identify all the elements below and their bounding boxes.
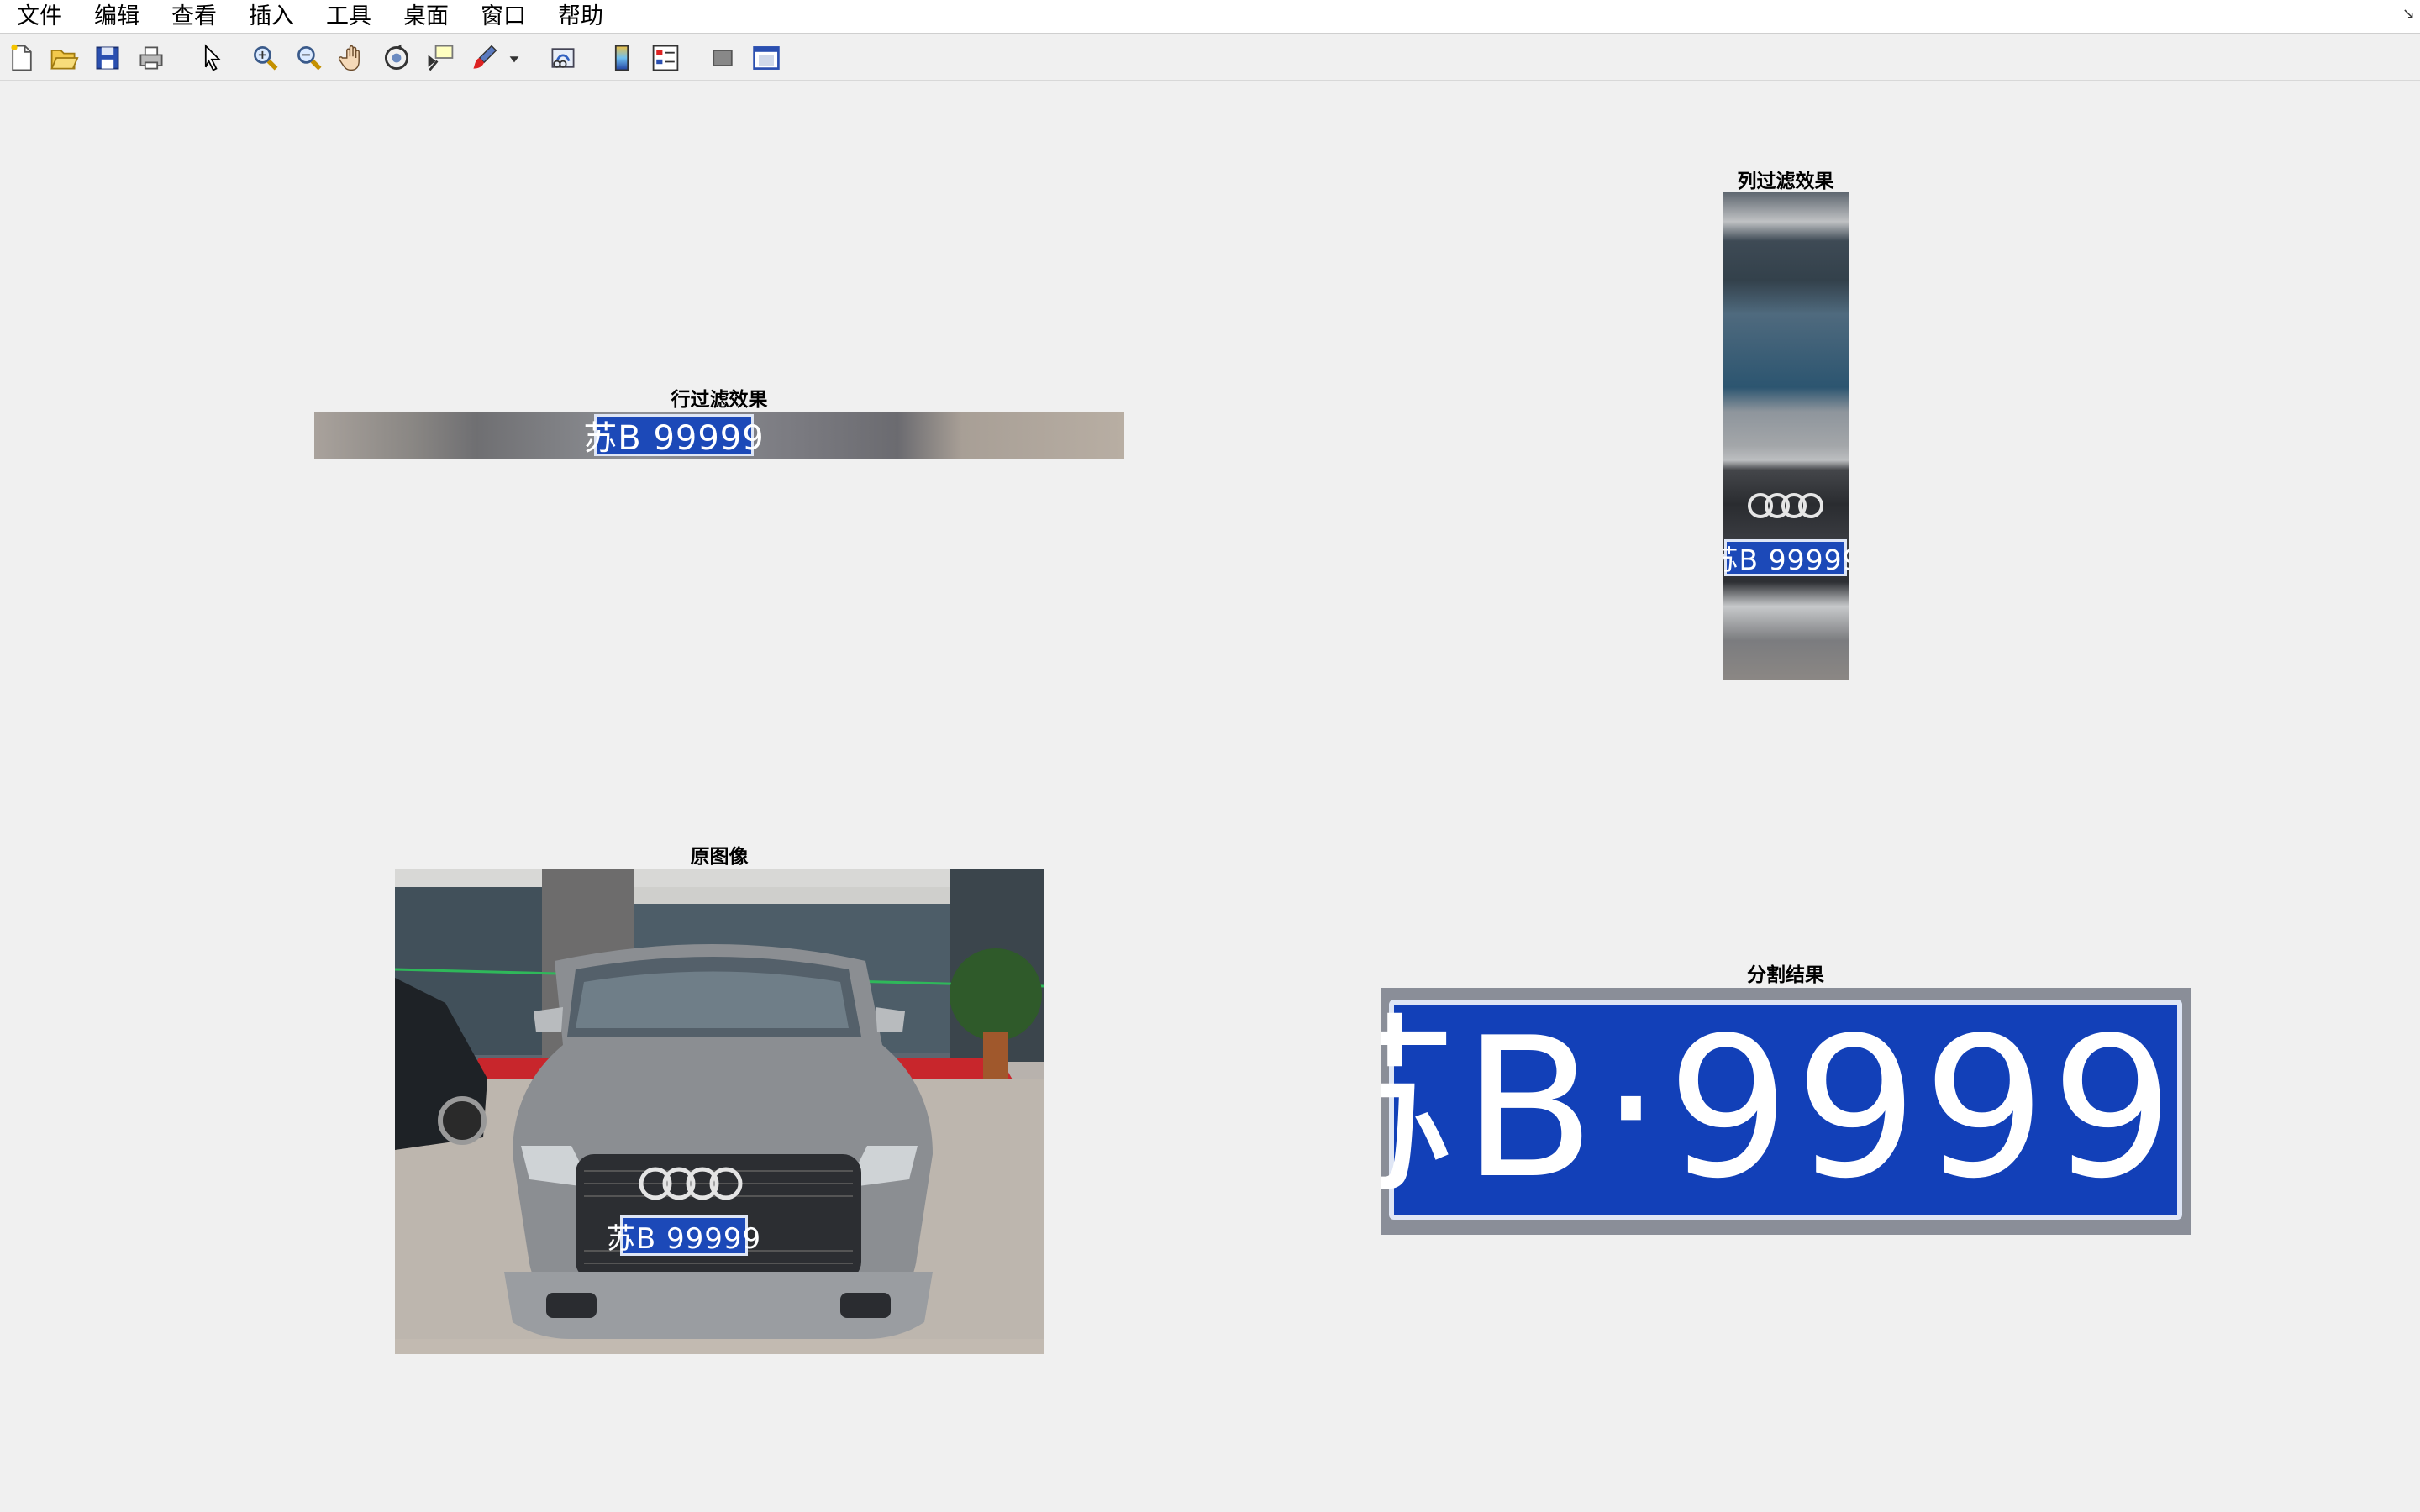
show-plot-tools-icon[interactable] bbox=[751, 43, 781, 73]
menu-view[interactable]: 查看 bbox=[170, 3, 218, 30]
print-icon[interactable] bbox=[136, 43, 166, 73]
license-plate: 苏B 99999 bbox=[1723, 539, 1849, 576]
pointer-icon[interactable] bbox=[197, 43, 227, 73]
figure-toolbar bbox=[0, 34, 2420, 81]
plate-text: 苏B 99999 bbox=[606, 1221, 762, 1256]
menu-bar: 文件 编辑 查看 插入 工具 桌面 窗口 帮助 ↘ bbox=[0, 0, 2420, 34]
license-plate: 苏B 99999 bbox=[607, 1215, 760, 1256]
plate-text: 苏B 99999 bbox=[1723, 543, 1849, 576]
menu-file[interactable]: 文件 bbox=[15, 3, 64, 30]
original-image: 苏B 99999 bbox=[395, 869, 1044, 1354]
brush-dropdown-icon[interactable] bbox=[506, 43, 523, 73]
segmentation-title: 分割结果 bbox=[1747, 964, 1824, 986]
pan-icon[interactable] bbox=[338, 43, 368, 73]
segmented-plate: 苏B·99999 bbox=[1381, 1000, 2191, 1220]
link-plot-icon[interactable] bbox=[548, 43, 578, 73]
audi-rings-icon bbox=[1746, 491, 1825, 521]
rotate-3d-icon[interactable] bbox=[381, 43, 412, 73]
car-photo bbox=[395, 869, 1044, 1354]
colorbar-icon[interactable] bbox=[607, 43, 637, 73]
menu-help[interactable]: 帮助 bbox=[556, 3, 605, 30]
row-filter-image: 苏B 99999 bbox=[314, 412, 1124, 459]
menu-tools[interactable]: 工具 bbox=[324, 3, 373, 30]
hide-plot-tools-icon[interactable] bbox=[708, 43, 738, 73]
dock-arrow-icon[interactable]: ↘ bbox=[2402, 5, 2415, 23]
open-file-icon[interactable] bbox=[49, 43, 79, 73]
menu-desktop[interactable]: 桌面 bbox=[402, 3, 450, 30]
segmented-plate-text: 苏B·99999 bbox=[1381, 997, 2191, 1221]
new-figure-icon[interactable] bbox=[7, 43, 37, 73]
zoom-out-icon[interactable] bbox=[294, 43, 324, 73]
menu-insert[interactable]: 插入 bbox=[247, 3, 296, 30]
data-cursor-icon[interactable] bbox=[425, 43, 455, 73]
plate-text: 苏B 99999 bbox=[583, 419, 765, 458]
menu-edit[interactable]: 编辑 bbox=[92, 3, 141, 30]
original-title: 原图像 bbox=[690, 846, 749, 868]
zoom-in-icon[interactable] bbox=[250, 43, 281, 73]
segmentation-image: 苏B·99999 bbox=[1381, 988, 2191, 1235]
menu-window[interactable]: 窗口 bbox=[479, 3, 528, 30]
license-plate: 苏B 99999 bbox=[583, 414, 764, 458]
legend-icon[interactable] bbox=[650, 43, 681, 73]
brush-icon[interactable] bbox=[469, 43, 499, 73]
col-filter-title: 列过滤效果 bbox=[1737, 171, 1834, 192]
col-filter-image: 苏B 99999 bbox=[1723, 192, 1849, 680]
row-filter-title: 行过滤效果 bbox=[671, 389, 768, 411]
save-icon[interactable] bbox=[92, 43, 123, 73]
